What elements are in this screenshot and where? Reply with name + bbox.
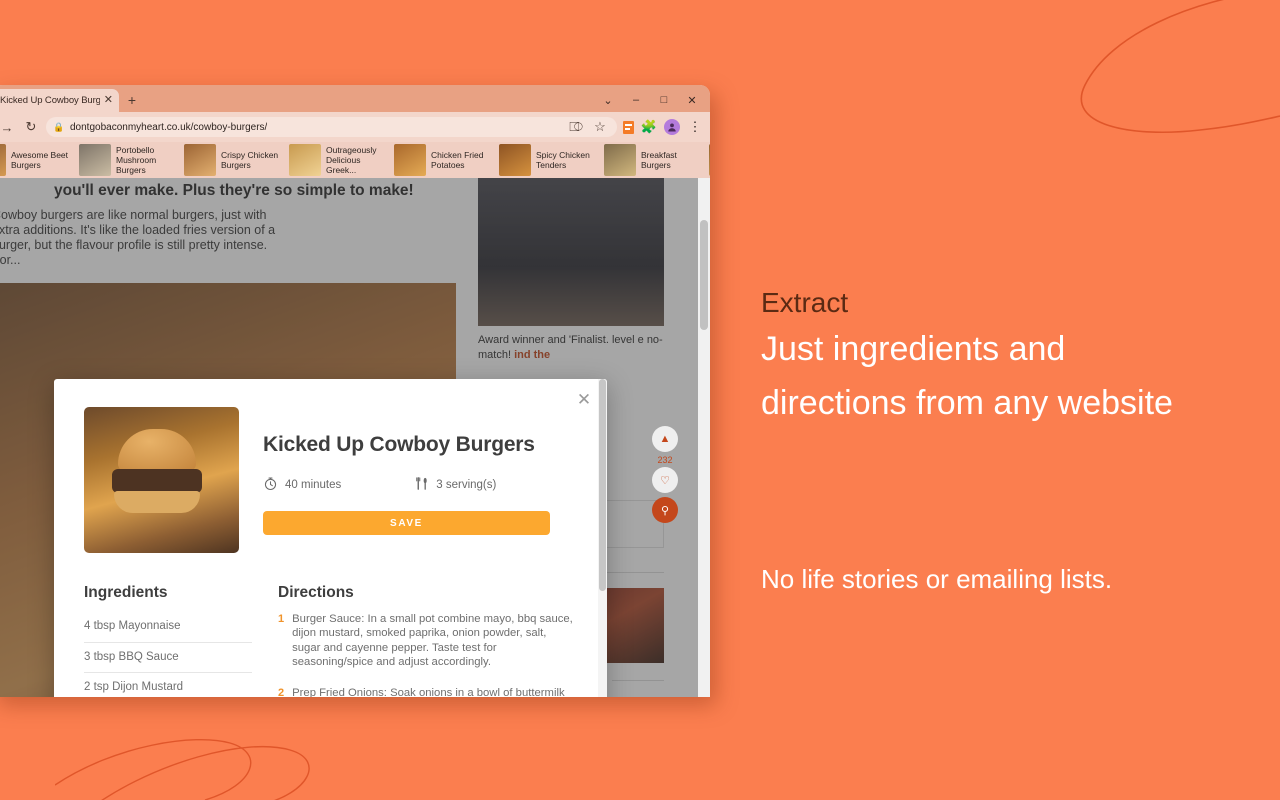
bookmark-label: Spicy Chicken Tenders <box>536 150 590 170</box>
bookmark-thumbnail <box>604 144 636 176</box>
bookmark-label: Chicken Fried Potatoes <box>431 150 484 170</box>
lock-icon: 🔒 <box>53 121 65 132</box>
decorative-curve-bottom-left <box>55 715 355 800</box>
tab-strip: Kicked Up Cowboy Burgers | Don ✕ + ⌄ – □… <box>0 85 710 112</box>
share-icon[interactable]: ⎄ <box>567 118 585 136</box>
direction-step: 2 Prep Fried Onions: Soak onions in a bo… <box>278 686 577 697</box>
promo-headline-line2: directions from any website <box>761 384 1173 422</box>
burger-base-shape <box>114 491 200 513</box>
url-text: dontgobaconmyheart.co.uk/cowboy-burgers/ <box>70 121 268 133</box>
recipe-extension-modal: ✕ Kicked Up Cowboy Burgers 40 minutes 3 … <box>54 379 607 697</box>
recipe-extension-icon[interactable] <box>623 120 634 134</box>
bookmark-thumbnail <box>79 144 111 176</box>
bookmark-item[interactable]: Portobello Mushroom Burgers <box>79 142 184 178</box>
clock-icon <box>263 476 278 494</box>
forward-arrow-icon[interactable]: → <box>0 118 16 136</box>
reload-icon[interactable]: ↻ <box>22 118 40 136</box>
bookmark-item[interactable]: Chicken Fried Potatoes <box>394 142 499 178</box>
bookmark-item[interactable]: Awesome Beet Burgers <box>0 142 79 178</box>
burger-patty-shape <box>112 469 202 493</box>
bookmark-label: Portobello Mushroom Burgers <box>116 145 157 175</box>
extensions-puzzle-icon[interactable]: 🧩 <box>640 118 658 136</box>
window-controls: ⌄ – □ ✕ <box>594 89 706 111</box>
omnibox-actions: ⎄ ☆ <box>567 118 609 136</box>
step-text: Burger Sauce: In a small pot combine may… <box>292 613 573 669</box>
modal-scrollbar-thumb[interactable] <box>599 379 606 591</box>
minimize-button[interactable]: – <box>622 89 650 111</box>
modal-header: Kicked Up Cowboy Burgers 40 minutes 3 se… <box>54 379 607 553</box>
decorative-curve-top-right <box>1040 0 1280 140</box>
close-icon[interactable]: ✕ <box>104 95 113 106</box>
kebab-menu-icon[interactable]: ⋮ <box>686 118 704 136</box>
modal-header-info: Kicked Up Cowboy Burgers 40 minutes 3 se… <box>263 407 577 553</box>
like-count: 232 <box>657 455 673 465</box>
bookmarks-bar: Awesome Beet Burgers Portobello Mushroom… <box>0 142 710 178</box>
bookmark-label: Outrageously Delicious Greek... <box>326 145 377 175</box>
directions-column: Directions 1 Burger Sauce: In a small po… <box>278 584 577 697</box>
bookmark-thumbnail <box>289 144 321 176</box>
servings: 3 serving(s) <box>415 476 496 494</box>
direction-step: 1 Burger Sauce: In a small pot combine m… <box>278 612 577 670</box>
address-bar[interactable]: 🔒 dontgobaconmyheart.co.uk/cowboy-burger… <box>46 117 617 137</box>
servings-text: 3 serving(s) <box>436 479 497 491</box>
ingredients-heading: Ingredients <box>84 584 168 601</box>
bookmark-thumbnail <box>0 144 6 176</box>
chevron-up-icon[interactable]: ▲ <box>652 426 678 452</box>
promo-block: Extract Just ingredients and directions … <box>761 284 1261 430</box>
save-button[interactable]: SAVE <box>263 511 550 535</box>
bookmark-thumbnail <box>394 144 426 176</box>
browser-toolbar: → ↻ 🔒 dontgobaconmyheart.co.uk/cowboy-bu… <box>0 112 710 142</box>
search-icon[interactable]: ⚲ <box>652 497 678 523</box>
burger-bun-shape <box>118 429 196 471</box>
browser-window: Kicked Up Cowboy Burgers | Don ✕ + ⌄ – □… <box>0 85 710 697</box>
modal-scroll-area[interactable]: Kicked Up Cowboy Burgers 40 minutes 3 se… <box>54 379 607 697</box>
bookmark-thumbnail <box>499 144 531 176</box>
floating-action-buttons: ▲ 232 ♡ ⚲ <box>652 426 678 523</box>
close-window-button[interactable]: ✕ <box>678 89 706 111</box>
browser-tab[interactable]: Kicked Up Cowboy Burgers | Don ✕ <box>0 89 119 112</box>
heart-icon[interactable]: ♡ <box>652 467 678 493</box>
page-scrollbar[interactable] <box>698 178 710 697</box>
ingredient-item: 4 tbsp Mayonnaise <box>84 612 252 643</box>
cook-time-text: 40 minutes <box>285 479 342 491</box>
bookmark-item-overflow[interactable] <box>709 142 710 178</box>
bookmark-item[interactable]: Spicy Chicken Tenders <box>499 142 604 178</box>
maximize-button[interactable]: □ <box>650 89 678 111</box>
ingredients-column: Ingredients 4 tbsp Mayonnaise 3 tbsp BBQ… <box>84 584 252 697</box>
page-root: Kicked Up Cowboy Burgers | Don ✕ + ⌄ – □… <box>0 0 1280 800</box>
promo-headline-line1: Just ingredients and <box>761 330 1066 368</box>
close-icon[interactable]: ✕ <box>575 391 593 409</box>
bookmark-label: Awesome Beet Burgers <box>11 150 69 170</box>
directions-heading: Directions <box>278 584 354 601</box>
profile-avatar-icon[interactable] <box>664 119 680 135</box>
bookmark-item[interactable]: Outrageously Delicious Greek... <box>289 142 394 178</box>
recipe-meta: 40 minutes 3 serving(s) <box>263 476 577 494</box>
bookmark-item[interactable]: Crispy Chicken Burgers <box>184 142 289 178</box>
page-viewport: you'll ever make. Plus they're so simple… <box>0 178 710 697</box>
bookmark-label: Crispy Chicken Burgers <box>221 150 279 170</box>
bookmark-thumbnail <box>184 144 216 176</box>
bookmark-label: Breakfast Burgers <box>641 150 677 170</box>
ingredient-item: 3 tbsp BBQ Sauce <box>84 643 252 673</box>
star-icon[interactable]: ☆ <box>591 118 609 136</box>
step-number: 1 <box>278 613 285 625</box>
recipe-title: Kicked Up Cowboy Burgers <box>263 433 535 456</box>
cook-time: 40 minutes <box>263 476 341 494</box>
modal-body: Ingredients 4 tbsp Mayonnaise 3 tbsp BBQ… <box>54 553 607 697</box>
chevron-down-icon[interactable]: ⌄ <box>594 89 622 111</box>
new-tab-button[interactable]: + <box>124 93 140 109</box>
cutlery-icon <box>415 476 429 494</box>
ingredient-item: 2 tsp Dijon Mustard <box>84 673 252 697</box>
promo-eyebrow: Extract <box>761 287 849 318</box>
tab-title: Kicked Up Cowboy Burgers | Don <box>0 95 100 106</box>
recipe-thumbnail-burger <box>84 407 239 553</box>
modal-scrollbar[interactable] <box>598 379 607 697</box>
promo-subline: No life stories or emailing lists. <box>761 564 1113 594</box>
scrollbar-thumb[interactable] <box>700 220 708 330</box>
step-number: 2 <box>278 686 285 697</box>
bookmark-thumbnail <box>709 144 710 176</box>
bookmark-item[interactable]: Breakfast Burgers <box>604 142 709 178</box>
step-text: Prep Fried Onions: Soak onions in a bowl… <box>292 686 565 697</box>
